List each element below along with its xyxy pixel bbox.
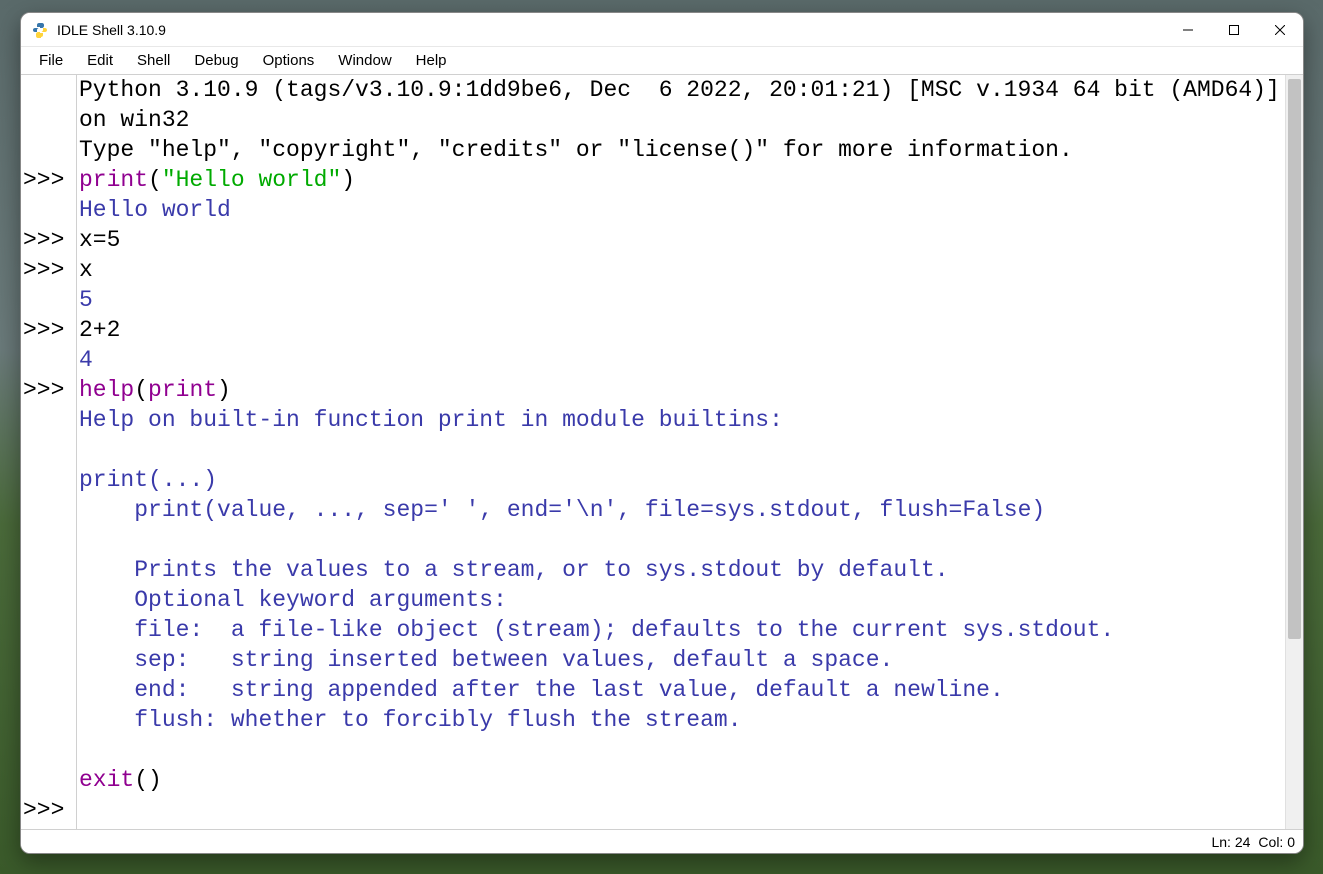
maximize-button[interactable] (1211, 13, 1257, 46)
prompt-blank (23, 407, 37, 433)
builtin-exit: exit (79, 767, 134, 793)
prompt: >>> (23, 227, 64, 253)
window-title: IDLE Shell 3.10.9 (57, 22, 1165, 38)
prompt-blank (23, 107, 37, 133)
paren: ( (134, 377, 148, 403)
prompt-gutter: >>> >>> >>> >>> >>> >>> (21, 75, 77, 829)
prompt-blank (23, 497, 37, 523)
prompt-blank (23, 617, 37, 643)
status-column: Col: 0 (1258, 834, 1295, 850)
prompt: >>> (23, 257, 64, 283)
prompt-blank (23, 437, 37, 463)
titlebar[interactable]: IDLE Shell 3.10.9 (21, 13, 1303, 47)
builtin-print-arg: print (148, 377, 217, 403)
output-line: 5 (79, 287, 93, 313)
shell-content[interactable]: Python 3.10.9 (tags/v3.10.9:1dd9be6, Dec… (77, 75, 1285, 829)
prompt-blank (23, 197, 37, 223)
menu-help[interactable]: Help (404, 49, 459, 72)
prompt-blank (23, 347, 37, 373)
output-line: Hello world (79, 197, 231, 223)
prompt: >>> (23, 797, 64, 823)
help-output: Help on built-in function print in modul… (79, 407, 1114, 733)
prompt-blank (23, 527, 37, 553)
shell-editor[interactable]: >>> >>> >>> >>> >>> >>> Python 3.10.9 (t… (21, 75, 1285, 829)
menu-debug[interactable]: Debug (182, 49, 250, 72)
menu-window[interactable]: Window (326, 49, 403, 72)
idle-window: IDLE Shell 3.10.9 File Edit Shell Debug … (20, 12, 1304, 854)
builtin-print: print (79, 167, 148, 193)
prompt: >>> (23, 317, 64, 343)
statusbar: Ln: 24 Col: 0 (21, 829, 1303, 853)
banner-line-1: Python 3.10.9 (tags/v3.10.9:1dd9be6, Dec… (79, 77, 1285, 133)
scrollbar-thumb[interactable] (1288, 79, 1301, 639)
menu-file[interactable]: File (27, 49, 75, 72)
input-line: x=5 (79, 227, 120, 253)
builtin-help: help (79, 377, 134, 403)
window-controls (1165, 13, 1303, 46)
banner-line-2: Type "help", "copyright", "credits" or "… (79, 137, 1073, 163)
paren: ( (134, 767, 148, 793)
output-line: 4 (79, 347, 93, 373)
prompt-blank (23, 587, 37, 613)
paren: ) (217, 377, 231, 403)
menu-options[interactable]: Options (251, 49, 327, 72)
prompt: >>> (23, 377, 64, 403)
prompt-blank (23, 767, 37, 793)
string-literal: "Hello world" (162, 167, 341, 193)
input-line: 2+2 (79, 317, 120, 343)
prompt-blank (23, 707, 37, 733)
prompt-blank (23, 467, 37, 493)
editor-area: >>> >>> >>> >>> >>> >>> Python 3.10.9 (t… (21, 75, 1303, 829)
menubar: File Edit Shell Debug Options Window Hel… (21, 47, 1303, 75)
prompt-blank (23, 677, 37, 703)
paren: ( (148, 167, 162, 193)
status-line: Ln: 24 (1211, 834, 1250, 850)
close-button[interactable] (1257, 13, 1303, 46)
prompt-blank (23, 647, 37, 673)
prompt-blank (23, 557, 37, 583)
python-icon (31, 21, 49, 39)
paren: ) (148, 767, 162, 793)
prompt-blank (23, 737, 37, 763)
minimize-button[interactable] (1165, 13, 1211, 46)
prompt: >>> (23, 167, 64, 193)
paren: ) (341, 167, 355, 193)
menu-edit[interactable]: Edit (75, 49, 125, 72)
prompt-blank (23, 77, 37, 103)
prompt-blank (23, 287, 37, 313)
prompt-blank (23, 137, 37, 163)
vertical-scrollbar[interactable] (1285, 75, 1303, 829)
input-line: x (79, 257, 93, 283)
menu-shell[interactable]: Shell (125, 49, 182, 72)
